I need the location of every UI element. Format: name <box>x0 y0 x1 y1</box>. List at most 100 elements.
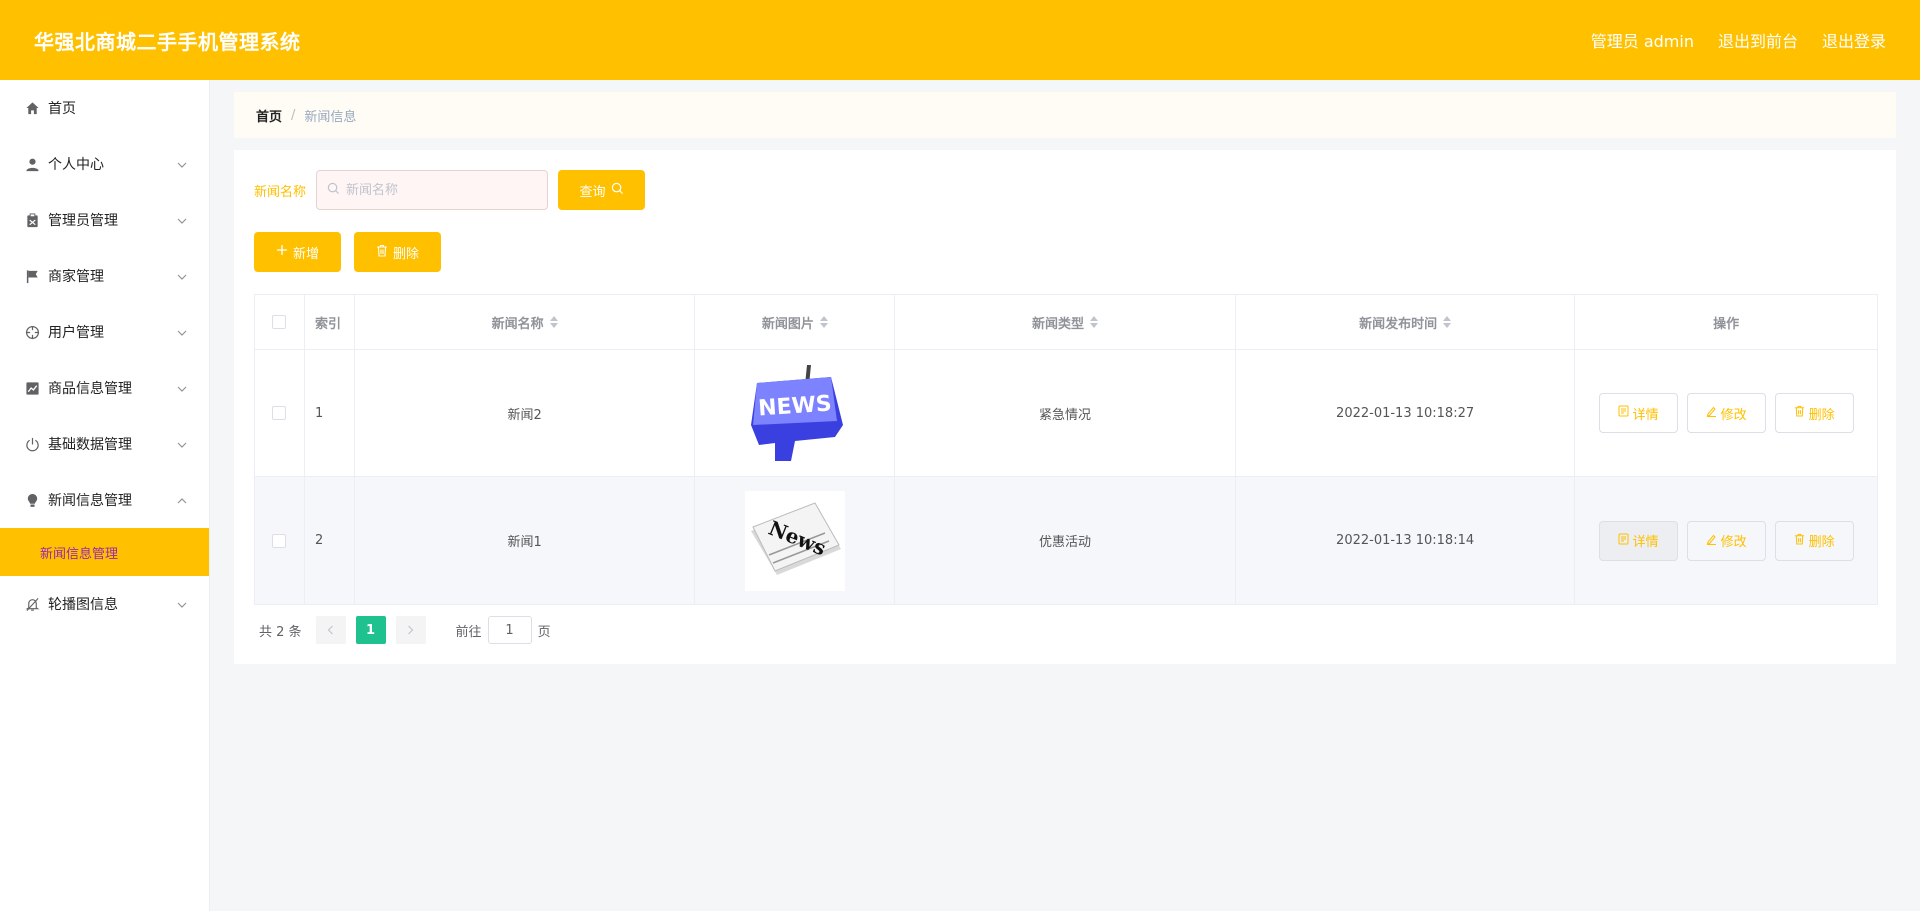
crosshair-icon <box>24 324 40 340</box>
sidebar-item-label: 商家管理 <box>48 269 104 285</box>
row-checkbox[interactable] <box>272 533 287 548</box>
clipboard-icon <box>24 212 40 228</box>
chevron-down-icon <box>177 212 187 228</box>
bell-off-icon <box>24 596 40 612</box>
column-header-label: 操作 <box>1713 316 1740 332</box>
row-actions: 详情 修改 删除 <box>1598 520 1854 561</box>
sort-icon[interactable] <box>549 316 558 328</box>
top-nav: 管理员 admin 退出到前台 退出登录 <box>1591 28 1886 52</box>
next-page-button[interactable] <box>395 616 426 644</box>
row-delete-button[interactable]: 删除 <box>1774 393 1854 433</box>
breadcrumb-home[interactable]: 首页 <box>256 106 282 125</box>
column-header-label: 索引 <box>314 316 341 332</box>
pagination: 共 2 条 1 前往 页 <box>259 616 551 644</box>
chevron-down-icon <box>177 156 187 172</box>
goto-label: 前往 <box>455 624 482 640</box>
row-checkbox-cell <box>255 477 305 604</box>
row-checkbox[interactable] <box>272 406 287 420</box>
prev-page-button[interactable] <box>315 616 346 644</box>
chevron-down-icon <box>177 380 187 396</box>
breadcrumb-separator: / <box>291 107 296 123</box>
sidebar-item-news-management[interactable]: 新闻信息管理 <box>0 472 209 528</box>
sidebar-item-label: 轮播图信息 <box>48 597 118 613</box>
chevron-right-icon <box>408 625 414 635</box>
column-header[interactable]: 新闻名称 <box>355 295 696 349</box>
operation-cell: 详情 修改 删除 <box>1575 350 1877 476</box>
search-box[interactable] <box>316 170 549 210</box>
column-header[interactable]: 新闻类型 <box>895 295 1236 349</box>
sort-icon[interactable] <box>819 316 828 328</box>
home-icon <box>24 100 40 116</box>
column-header: 操作 <box>1575 295 1877 349</box>
plus-icon <box>276 244 288 260</box>
detail-button[interactable]: 详情 <box>1598 393 1678 433</box>
sidebar-item-label: 基础数据管理 <box>48 437 132 453</box>
sidebar-item-product-management[interactable]: 商品信息管理 <box>0 360 209 416</box>
logout-link[interactable]: 退出登录 <box>1822 28 1886 52</box>
admin-user-link[interactable]: 管理员 admin <box>1591 28 1694 52</box>
chart-icon <box>24 380 40 396</box>
sidebar-item-user-management[interactable]: 用户管理 <box>0 304 209 360</box>
total-count: 共 2 条 <box>259 624 302 640</box>
delete-button-label: 删除 <box>392 246 419 262</box>
exit-to-front-link[interactable]: 退出到前台 <box>1718 28 1798 52</box>
page-suffix: 页 <box>537 624 551 640</box>
table-header-row: 索引 新闻名称 新闻图片 新闻类型 新闻发布时间 操作 <box>255 295 1877 350</box>
goto-page-input[interactable] <box>487 616 532 644</box>
breadcrumb-current: 新闻信息 <box>304 109 357 125</box>
page-number-button[interactable]: 1 <box>355 616 386 644</box>
edit-button[interactable]: 修改 <box>1686 393 1766 433</box>
search-input[interactable] <box>346 182 537 198</box>
trash-icon <box>1794 533 1805 549</box>
operation-cell: 详情 修改 删除 <box>1575 477 1877 604</box>
sidebar-item-basic-data[interactable]: 基础数据管理 <box>0 416 209 472</box>
edit-icon <box>1706 533 1717 549</box>
sort-icon[interactable] <box>1443 316 1452 328</box>
action-row: 新增 删除 <box>254 232 441 272</box>
top-header: 华强北商城二手手机管理系统 管理员 admin 退出到前台 退出登录 <box>0 0 1920 80</box>
sidebar-item-label: 首页 <box>48 101 76 117</box>
row-actions: 详情 修改 删除 <box>1598 393 1854 433</box>
row-delete-button-label: 删除 <box>1808 407 1835 423</box>
svg-text:NEWS: NEWS <box>757 391 832 421</box>
type-cell: 紧急情况 <box>895 350 1236 476</box>
sidebar-item-label: 管理员管理 <box>48 213 118 229</box>
sidebar-item-carousel[interactable]: 轮播图信息 <box>0 576 209 632</box>
content-panel: 新闻名称 查询 新增 删除 <box>234 150 1896 664</box>
query-button[interactable]: 查询 <box>558 170 646 210</box>
column-header: 索引 <box>305 295 355 349</box>
detail-button[interactable]: 详情 <box>1598 520 1678 561</box>
sidebar: 首页 个人中心 管理员管理 商家管理 用户管理 商品信息管理 基础数据管理 新闻… <box>0 80 210 911</box>
newspaper-image[interactable]: News <box>744 490 845 591</box>
sidebar-item-home[interactable]: 首页 <box>0 80 209 136</box>
sidebar-item-admin-management[interactable]: 管理员管理 <box>0 192 209 248</box>
bulb-icon <box>24 492 40 508</box>
row-delete-button-label: 删除 <box>1808 535 1835 550</box>
edit-button[interactable]: 修改 <box>1686 520 1766 561</box>
news-key-image[interactable]: NEWS <box>744 363 845 463</box>
flag-icon <box>24 268 40 284</box>
sidebar-item-personal-center[interactable]: 个人中心 <box>0 136 209 192</box>
header-checkbox-cell <box>255 295 305 349</box>
sort-icon[interactable] <box>1090 316 1099 328</box>
add-button[interactable]: 新增 <box>254 232 341 272</box>
chevron-left-icon <box>327 625 333 635</box>
column-header[interactable]: 新闻图片 <box>695 295 896 349</box>
row-delete-button[interactable]: 删除 <box>1774 520 1854 561</box>
sidebar-item-label: 商品信息管理 <box>48 381 132 397</box>
column-header[interactable]: 新闻发布时间 <box>1236 295 1576 349</box>
edit-icon <box>1706 405 1717 421</box>
column-header-label: 新闻发布时间 <box>1359 316 1438 332</box>
sidebar-item-label: 新闻信息管理 <box>48 493 132 509</box>
column-header-label: 新闻图片 <box>761 316 814 332</box>
query-button-label: 查询 <box>579 184 606 200</box>
detail-button-label: 详情 <box>1632 535 1659 550</box>
batch-delete-button[interactable]: 删除 <box>354 232 441 272</box>
select-all-checkbox[interactable] <box>272 315 287 329</box>
sidebar-item-merchant-management[interactable]: 商家管理 <box>0 248 209 304</box>
image-cell: NEWS <box>695 350 896 476</box>
sidebar-subitem-news-management[interactable]: 新闻信息管理 <box>0 528 209 576</box>
news-table: 索引 新闻名称 新闻图片 新闻类型 新闻发布时间 操作 1 新闻2 NEWS 紧… <box>254 294 1878 605</box>
trash-icon <box>376 244 388 261</box>
breadcrumb: 首页 / 新闻信息 <box>234 92 1896 138</box>
